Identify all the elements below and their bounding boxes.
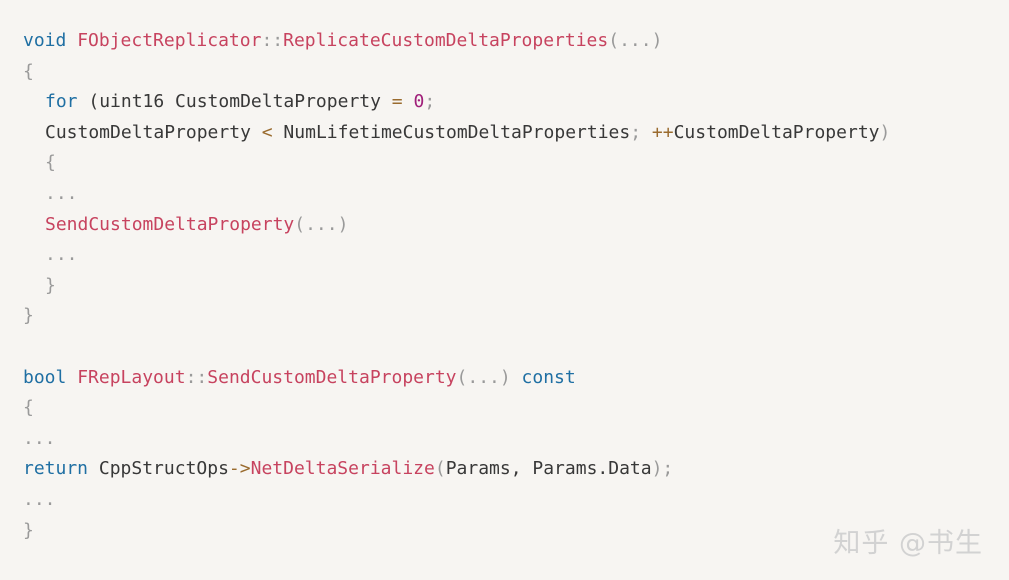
function-name: NetDeltaSerialize	[250, 458, 435, 480]
function-name: SendCustomDeltaProperty	[207, 366, 457, 388]
operator: ++	[651, 121, 674, 143]
code-line-6: ...	[23, 179, 890, 210]
watermark: 知乎 @书生	[833, 528, 983, 559]
ellipsis: ...	[45, 182, 78, 204]
keyword: return	[23, 458, 89, 480]
argument-list: (...)	[456, 366, 511, 388]
code-line-12: bool FRepLayout::SendCustomDeltaProperty…	[23, 363, 890, 394]
semicolon: ;	[630, 121, 642, 143]
ellipsis: ...	[45, 244, 78, 266]
code-line-8: ...	[23, 240, 890, 271]
code-line-2: {	[23, 60, 34, 82]
code-line-7: SendCustomDeltaProperty(...)	[23, 210, 890, 241]
function-name: ReplicateCustomDeltaProperties	[283, 30, 609, 51]
keyword: const	[521, 366, 576, 388]
operator: <	[261, 121, 273, 143]
code-line-10: }	[23, 305, 34, 327]
close-paren: )	[879, 121, 891, 143]
code-line-4: CustomDeltaProperty < NumLifetimeCustomD…	[23, 118, 890, 149]
code-text: CustomDeltaProperty	[45, 121, 262, 143]
arrow-operator: ->	[228, 458, 251, 480]
open-brace: {	[45, 152, 56, 174]
class-name: FObjectReplicator	[77, 30, 262, 51]
code-line-16: ...	[23, 488, 56, 510]
code-line-1: void FObjectReplicator::ReplicateCustomD…	[23, 26, 890, 57]
code-line-5: {	[23, 148, 890, 179]
function-name: SendCustomDeltaProperty	[45, 213, 295, 235]
code-line-9: }	[23, 271, 890, 302]
code-block: void FObjectReplicator::ReplicateCustomD…	[23, 26, 890, 546]
code-text: CppStructOps	[88, 458, 229, 480]
code-line-14: ...	[23, 427, 56, 449]
code-text: (uint16 CustomDeltaProperty	[77, 91, 392, 113]
code-text: CustomDeltaProperty	[673, 121, 880, 143]
scope-operator: ::	[185, 366, 208, 388]
keyword: for	[45, 91, 78, 113]
close-paren: );	[651, 458, 674, 480]
code-text: NumLifetimeCustomDeltaProperties	[272, 121, 631, 143]
semicolon: ;	[424, 91, 436, 113]
code-line-13: {	[23, 397, 34, 419]
close-brace: }	[45, 274, 56, 296]
keyword: bool	[23, 366, 67, 388]
open-paren: (	[434, 458, 446, 480]
argument-list: Params, Params.Data	[445, 458, 652, 480]
code-line-15: return CppStructOps->NetDeltaSerialize(P…	[23, 454, 890, 485]
number-literal: 0	[413, 91, 425, 113]
scope-operator: ::	[261, 30, 284, 51]
argument-list: (...)	[294, 213, 349, 235]
argument-list: (...)	[608, 30, 663, 51]
class-name: FRepLayout	[77, 366, 186, 388]
keyword: void	[23, 30, 67, 51]
operator: =	[391, 91, 403, 113]
code-line-17: }	[23, 519, 34, 541]
code-line-3: for (uint16 CustomDeltaProperty = 0;	[23, 87, 890, 118]
